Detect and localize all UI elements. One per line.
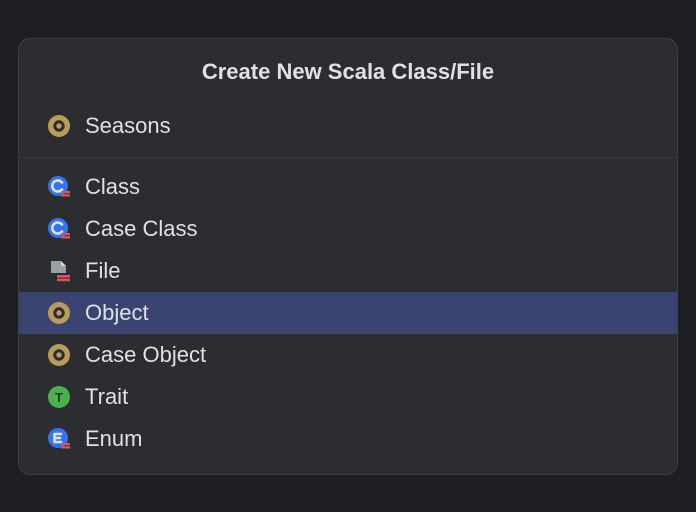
option-enum[interactable]: Enum [19,418,677,460]
option-label: Object [85,300,149,326]
object-icon [47,301,71,325]
name-input-row [19,103,677,157]
option-file[interactable]: File [19,250,677,292]
new-scala-class-dialog: Create New Scala Class/File Class [18,38,678,475]
file-icon [47,259,71,283]
object-icon [47,343,71,367]
option-label: File [85,258,120,284]
option-label: Class [85,174,140,200]
class-icon [47,175,71,199]
option-label: Trait [85,384,128,410]
option-trait[interactable]: T Trait [19,376,677,418]
option-label: Case Object [85,342,206,368]
option-case-object[interactable]: Case Object [19,334,677,376]
option-class[interactable]: Class [19,166,677,208]
svg-text:T: T [55,390,63,405]
object-icon [47,114,71,138]
class-name-input[interactable] [85,113,649,139]
trait-icon: T [47,385,71,409]
kind-option-list: Class Case Class [19,158,677,474]
option-object[interactable]: Object [19,292,677,334]
enum-icon [47,427,71,451]
option-case-class[interactable]: Case Class [19,208,677,250]
option-label: Enum [85,426,142,452]
dialog-title: Create New Scala Class/File [19,39,677,103]
class-icon [47,217,71,241]
option-label: Case Class [85,216,197,242]
